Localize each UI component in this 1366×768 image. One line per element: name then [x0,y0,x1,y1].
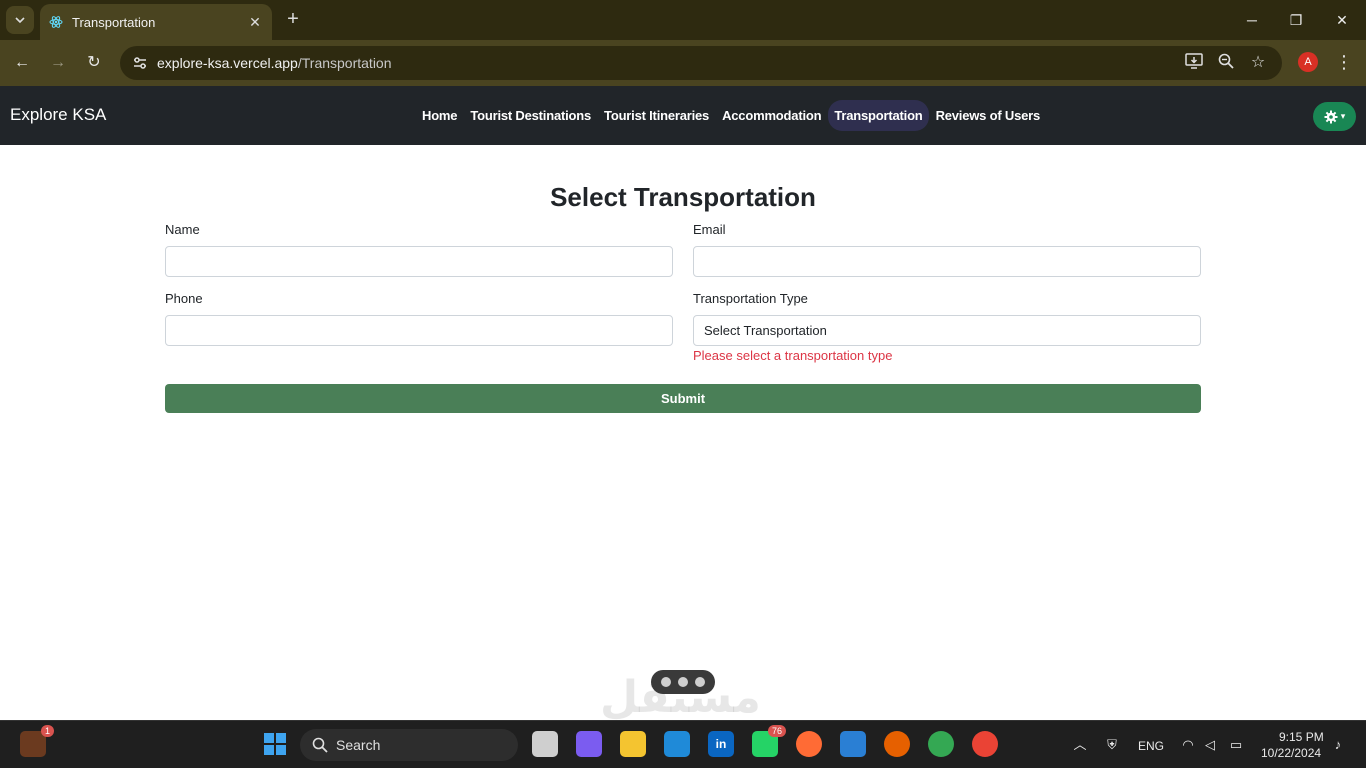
firefox-icon[interactable] [884,731,910,757]
browser-tab[interactable]: Transportation ✕ [40,4,272,40]
chrome-profile-a-icon[interactable] [972,731,998,757]
settings-dropdown-button[interactable]: ▾ [1313,102,1356,131]
notification-badge: 1 [40,725,54,737]
reload-icon[interactable]: ↻ [82,51,106,75]
url-path: /Transportation [297,55,392,71]
browser-menu-icon[interactable]: ⋮ [1334,51,1354,73]
site-info-icon[interactable] [128,51,152,75]
tab-title: Transportation [72,14,156,30]
chevron-up-icon[interactable]: ︿ [1070,735,1090,755]
whatsapp-icon[interactable]: 76 [752,725,786,757]
copilot-icon[interactable] [576,731,602,757]
chrome-profile-j-icon[interactable] [928,731,954,757]
task-view-icon[interactable] [532,731,558,757]
restore-icon[interactable]: ❐ [1284,8,1308,32]
browser-toolbar: ← → ↻ explore-ksa.vercel.app/Transportat… [0,40,1366,86]
nav-link-home[interactable]: Home [416,100,463,131]
whatsapp-badge: 76 [767,725,786,737]
windows-taskbar: 1 Search in 76 ︿ ⛨ ENG ◠ ◁ ▭ 9:15 PM 10/… [0,720,1366,768]
nav-link-tourist-destinations[interactable]: Tourist Destinations [464,100,597,131]
nav-link-transportation[interactable]: Transportation [828,100,929,131]
nav-links: Home Tourist Destinations Tourist Itiner… [416,100,1047,131]
close-window-icon[interactable]: ✕ [1330,8,1354,32]
nav-link-reviews-of-users[interactable]: Reviews of Users [930,100,1046,131]
chevron-down-icon [15,17,25,24]
eye-icon[interactable] [677,677,688,687]
gear-icon [1324,110,1338,123]
search-icon [312,737,328,753]
forward-arrow-icon[interactable]: → [46,51,70,75]
name-input[interactable] [165,246,673,277]
caret-down-icon: ▾ [1340,111,1346,121]
clock-time[interactable]: 9:15 PM [1279,730,1324,744]
bookmark-star-icon[interactable]: ☆ [1248,53,1268,73]
transportation-type-error: Please select a transportation type [693,348,893,363]
security-shield-icon[interactable]: ⛨ [1102,735,1122,755]
close-tab-icon[interactable]: ✕ [246,14,264,31]
nav-link-accommodation[interactable]: Accommodation [716,100,827,131]
transportation-type-label: Transportation Type [693,291,808,306]
phone-label: Phone [165,291,203,306]
linkedin-icon[interactable]: in [708,731,734,757]
transportation-type-selected: Select Transportation [704,323,827,338]
battery-icon[interactable]: ▭ [1226,735,1246,755]
address-bar[interactable]: explore-ksa.vercel.app/Transportation ☆ [120,46,1282,80]
transportation-type-select[interactable]: Select Transportation [693,315,1201,346]
tab-search-button[interactable] [6,6,34,34]
url-host: explore-ksa.vercel.app [157,55,298,71]
url-text: explore-ksa.vercel.app/Transportation [157,55,392,71]
list-icon[interactable] [695,677,706,687]
site-brand[interactable]: Explore KSA [10,105,106,125]
nav-link-tourist-itineraries[interactable]: Tourist Itineraries [598,100,715,131]
email-input[interactable] [693,246,1201,277]
back-arrow-icon[interactable]: ← [10,51,34,75]
new-tab-button[interactable]: + [282,8,304,32]
edge-icon[interactable] [664,731,690,757]
floating-toolbar[interactable] [651,670,715,694]
site-navbar: Explore KSA Home Tourist Destinations To… [0,86,1366,145]
clock-date[interactable]: 10/22/2024 [1261,746,1321,760]
minimize-icon[interactable]: ─ [1240,8,1264,32]
vscode-icon[interactable] [840,731,866,757]
submit-button[interactable]: Submit [165,384,1201,413]
postman-icon[interactable] [796,731,822,757]
windows-start-icon[interactable] [262,731,288,757]
widgets-icon[interactable]: 1 [20,725,54,757]
search-label: Search [336,737,381,753]
profile-avatar[interactable]: A [1298,52,1318,72]
notification-bell-icon[interactable]: ♪ [1328,735,1348,755]
email-label: Email [693,222,726,237]
file-explorer-icon[interactable] [620,731,646,757]
taskbar-search[interactable]: Search [300,729,518,761]
browser-tab-bar: Transportation ✕ + ─ ❐ ✕ [0,0,1366,40]
phone-input[interactable] [165,315,673,346]
name-label: Name [165,222,200,237]
volume-icon[interactable]: ◁ [1200,735,1220,755]
install-app-icon[interactable] [1184,53,1204,73]
wifi-icon[interactable]: ◠ [1178,735,1198,755]
page-title: Select Transportation [550,182,816,212]
zoom-icon[interactable] [1216,53,1236,73]
chat-icon[interactable] [660,677,671,687]
language-indicator[interactable]: ENG [1138,739,1164,753]
react-favicon-icon [48,14,64,30]
